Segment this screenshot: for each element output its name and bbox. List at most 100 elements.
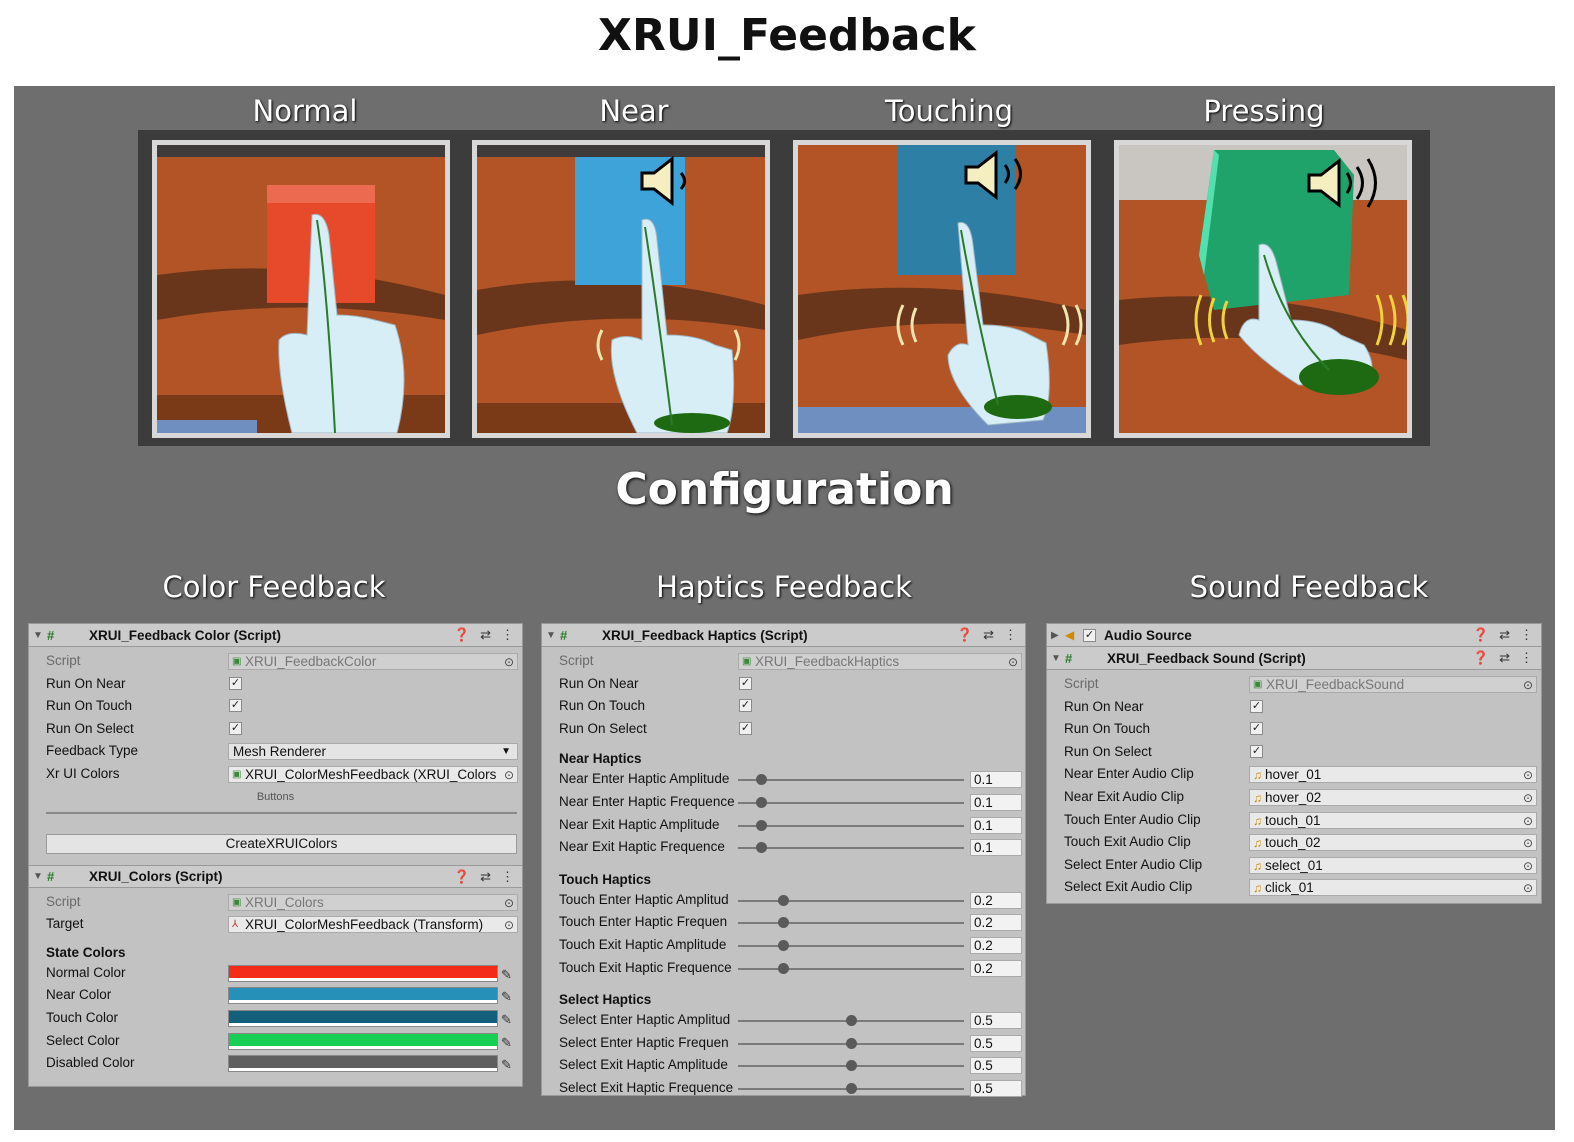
eyedropper-icon[interactable]: ✎ bbox=[501, 1009, 512, 1032]
audio-clip-icon: ♫ bbox=[1253, 858, 1262, 873]
slider-value-input[interactable]: 0.2 bbox=[970, 891, 1022, 909]
slider-value-input[interactable]: 0.1 bbox=[970, 771, 1022, 789]
slider-track[interactable] bbox=[738, 847, 964, 850]
audio-clip-field[interactable]: ♫ select_01 ⊙ bbox=[1249, 856, 1537, 874]
slider-track[interactable] bbox=[738, 801, 964, 804]
eyedropper-icon[interactable]: ✎ bbox=[501, 1054, 512, 1077]
object-picker-icon[interactable]: ⊙ bbox=[1523, 813, 1533, 829]
slider-handle[interactable] bbox=[755, 796, 767, 808]
fold-arrow-icon[interactable]: ▼ bbox=[1051, 653, 1065, 664]
run-on-select-checkbox[interactable]: ✓ bbox=[1250, 744, 1263, 758]
presets-icon[interactable]: ⇄ bbox=[480, 627, 491, 643]
slider-handle[interactable] bbox=[846, 1082, 857, 1094]
audio-clip-field[interactable]: ♫ hover_01 ⊙ bbox=[1249, 766, 1537, 784]
near-color-swatch[interactable] bbox=[228, 987, 498, 1005]
audio-clip-field[interactable]: ♫ touch_01 ⊙ bbox=[1249, 811, 1537, 829]
presets-icon[interactable]: ⇄ bbox=[1499, 650, 1510, 666]
select-color-swatch[interactable] bbox=[228, 1032, 498, 1050]
run-on-near-checkbox[interactable]: ✓ bbox=[739, 676, 752, 690]
slider-handle[interactable] bbox=[846, 1015, 857, 1027]
fold-arrow-icon[interactable]: ▼ bbox=[33, 871, 47, 882]
menu-icon[interactable]: ⋮ bbox=[1520, 627, 1533, 643]
slider-value-input[interactable]: 0.5 bbox=[970, 1012, 1022, 1030]
slider-value-input[interactable]: 0.1 bbox=[970, 839, 1022, 857]
run-on-near-checkbox[interactable]: ✓ bbox=[1250, 699, 1263, 713]
slider-track[interactable] bbox=[738, 967, 964, 970]
eyedropper-icon[interactable]: ✎ bbox=[501, 1032, 512, 1055]
presets-icon[interactable]: ⇄ bbox=[480, 869, 491, 885]
slider-value-input[interactable]: 0.2 bbox=[970, 936, 1022, 954]
object-picker-icon[interactable]: ⊙ bbox=[1523, 858, 1533, 874]
run-on-select-checkbox[interactable]: ✓ bbox=[229, 721, 242, 735]
fold-arrow-right-icon[interactable]: ▶ bbox=[1051, 630, 1065, 641]
object-picker-icon[interactable]: ⊙ bbox=[1523, 790, 1533, 806]
slider-track[interactable] bbox=[738, 899, 964, 902]
disabled-color-swatch[interactable] bbox=[228, 1055, 498, 1073]
sound-feedback-header[interactable]: ▼ # XRUI_Feedback Sound (Script) ❓ ⇄ ⋮ bbox=[1047, 647, 1541, 670]
slider-value-input[interactable]: 0.5 bbox=[970, 1057, 1022, 1075]
slider-track[interactable] bbox=[738, 922, 964, 925]
help-icon[interactable]: ❓ bbox=[454, 627, 470, 643]
object-picker-icon[interactable]: ⊙ bbox=[1523, 835, 1533, 851]
slider-value-input[interactable]: 0.1 bbox=[970, 816, 1022, 834]
object-picker-icon[interactable]: ⊙ bbox=[1523, 767, 1533, 783]
object-picker-icon[interactable]: ⊙ bbox=[504, 767, 514, 782]
normal-color-swatch[interactable] bbox=[228, 964, 498, 982]
audio-source-enabled-checkbox[interactable]: ✓ bbox=[1083, 628, 1096, 642]
field-label: Select Color bbox=[46, 1032, 120, 1048]
slider-track[interactable] bbox=[738, 779, 964, 782]
slider-track[interactable] bbox=[738, 824, 964, 827]
slider-handle[interactable] bbox=[755, 842, 767, 854]
slider-handle[interactable] bbox=[755, 819, 767, 831]
touch-color-swatch[interactable] bbox=[228, 1009, 498, 1027]
presets-icon[interactable]: ⇄ bbox=[983, 627, 994, 643]
help-icon[interactable]: ❓ bbox=[1473, 650, 1489, 666]
run-on-select-checkbox[interactable]: ✓ bbox=[739, 721, 752, 735]
help-icon[interactable]: ❓ bbox=[454, 869, 470, 885]
colors-script-header[interactable]: ▼ # XRUI_Colors (Script) ❓ ⇄ ⋮ bbox=[29, 864, 522, 888]
run-on-touch-checkbox[interactable]: ✓ bbox=[1250, 722, 1263, 736]
slider-handle[interactable] bbox=[846, 1037, 857, 1049]
menu-icon[interactable]: ⋮ bbox=[1520, 650, 1533, 666]
slider-value-input[interactable]: 0.1 bbox=[970, 793, 1022, 811]
run-on-near-checkbox[interactable]: ✓ bbox=[229, 676, 242, 690]
audio-clip-list: Near Enter Audio Clip ♫ hover_01 ⊙ Near Exit… bbox=[1047, 763, 1541, 899]
color-feedback-header[interactable]: ▼ # XRUI_Feedback Color (Script) ❓ ⇄ ⋮ bbox=[29, 624, 522, 647]
slider-value-input[interactable]: 0.5 bbox=[970, 1079, 1022, 1097]
slider-track[interactable] bbox=[738, 944, 964, 947]
slider-handle[interactable] bbox=[778, 962, 790, 974]
slider-value-input[interactable]: 0.5 bbox=[970, 1034, 1022, 1052]
slider-value-input[interactable]: 0.2 bbox=[970, 914, 1022, 932]
audio-clip-field[interactable]: ♫ touch_02 ⊙ bbox=[1249, 834, 1537, 852]
menu-icon[interactable]: ⋮ bbox=[1004, 627, 1017, 643]
object-picker-icon[interactable]: ⊙ bbox=[504, 917, 514, 932]
presets-icon[interactable]: ⇄ bbox=[1499, 627, 1510, 643]
eyedropper-icon[interactable]: ✎ bbox=[501, 986, 512, 1009]
page-title: XRUI_Feedback bbox=[598, 10, 976, 61]
slider-handle[interactable] bbox=[778, 939, 790, 951]
run-on-touch-checkbox[interactable]: ✓ bbox=[229, 699, 242, 713]
field-label: Touch Color bbox=[46, 1009, 119, 1025]
help-icon[interactable]: ❓ bbox=[957, 627, 973, 643]
slider-handle[interactable] bbox=[778, 917, 790, 929]
target-field[interactable]: ⅄ XRUI_ColorMeshFeedback (Transform) ⊙ bbox=[228, 916, 518, 934]
help-icon[interactable]: ❓ bbox=[1473, 627, 1489, 643]
object-picker-icon[interactable]: ⊙ bbox=[1523, 880, 1533, 896]
create-xrui-colors-button[interactable]: CreateXRUIColors bbox=[46, 833, 517, 854]
audio-clip-field[interactable]: ♫ hover_02 ⊙ bbox=[1249, 788, 1537, 806]
audio-clip-field[interactable]: ♫ click_01 ⊙ bbox=[1249, 879, 1537, 897]
slider-handle[interactable] bbox=[778, 894, 790, 906]
haptics-feedback-header[interactable]: ▼ # XRUI_Feedback Haptics (Script) ❓ ⇄ ⋮ bbox=[542, 624, 1025, 647]
menu-icon[interactable]: ⋮ bbox=[501, 627, 514, 643]
run-on-touch-checkbox[interactable]: ✓ bbox=[739, 699, 752, 713]
menu-icon[interactable]: ⋮ bbox=[501, 869, 514, 885]
audio-source-header[interactable]: ▶ ◀ ✓ Audio Source ❓ ⇄ ⋮ bbox=[1047, 624, 1541, 647]
fold-arrow-icon[interactable]: ▼ bbox=[33, 630, 47, 641]
fold-arrow-icon[interactable]: ▼ bbox=[546, 630, 560, 641]
slider-value-input[interactable]: 0.2 bbox=[970, 959, 1022, 977]
xr-ui-colors-field[interactable]: ▣ XRUI_ColorMeshFeedback (XRUI_Colors ⊙ bbox=[228, 765, 518, 783]
feedback-type-dropdown[interactable]: Mesh Renderer ▼ bbox=[228, 743, 518, 761]
slider-handle[interactable] bbox=[846, 1060, 857, 1072]
eyedropper-icon[interactable]: ✎ bbox=[501, 964, 512, 987]
slider-handle[interactable] bbox=[755, 774, 767, 786]
